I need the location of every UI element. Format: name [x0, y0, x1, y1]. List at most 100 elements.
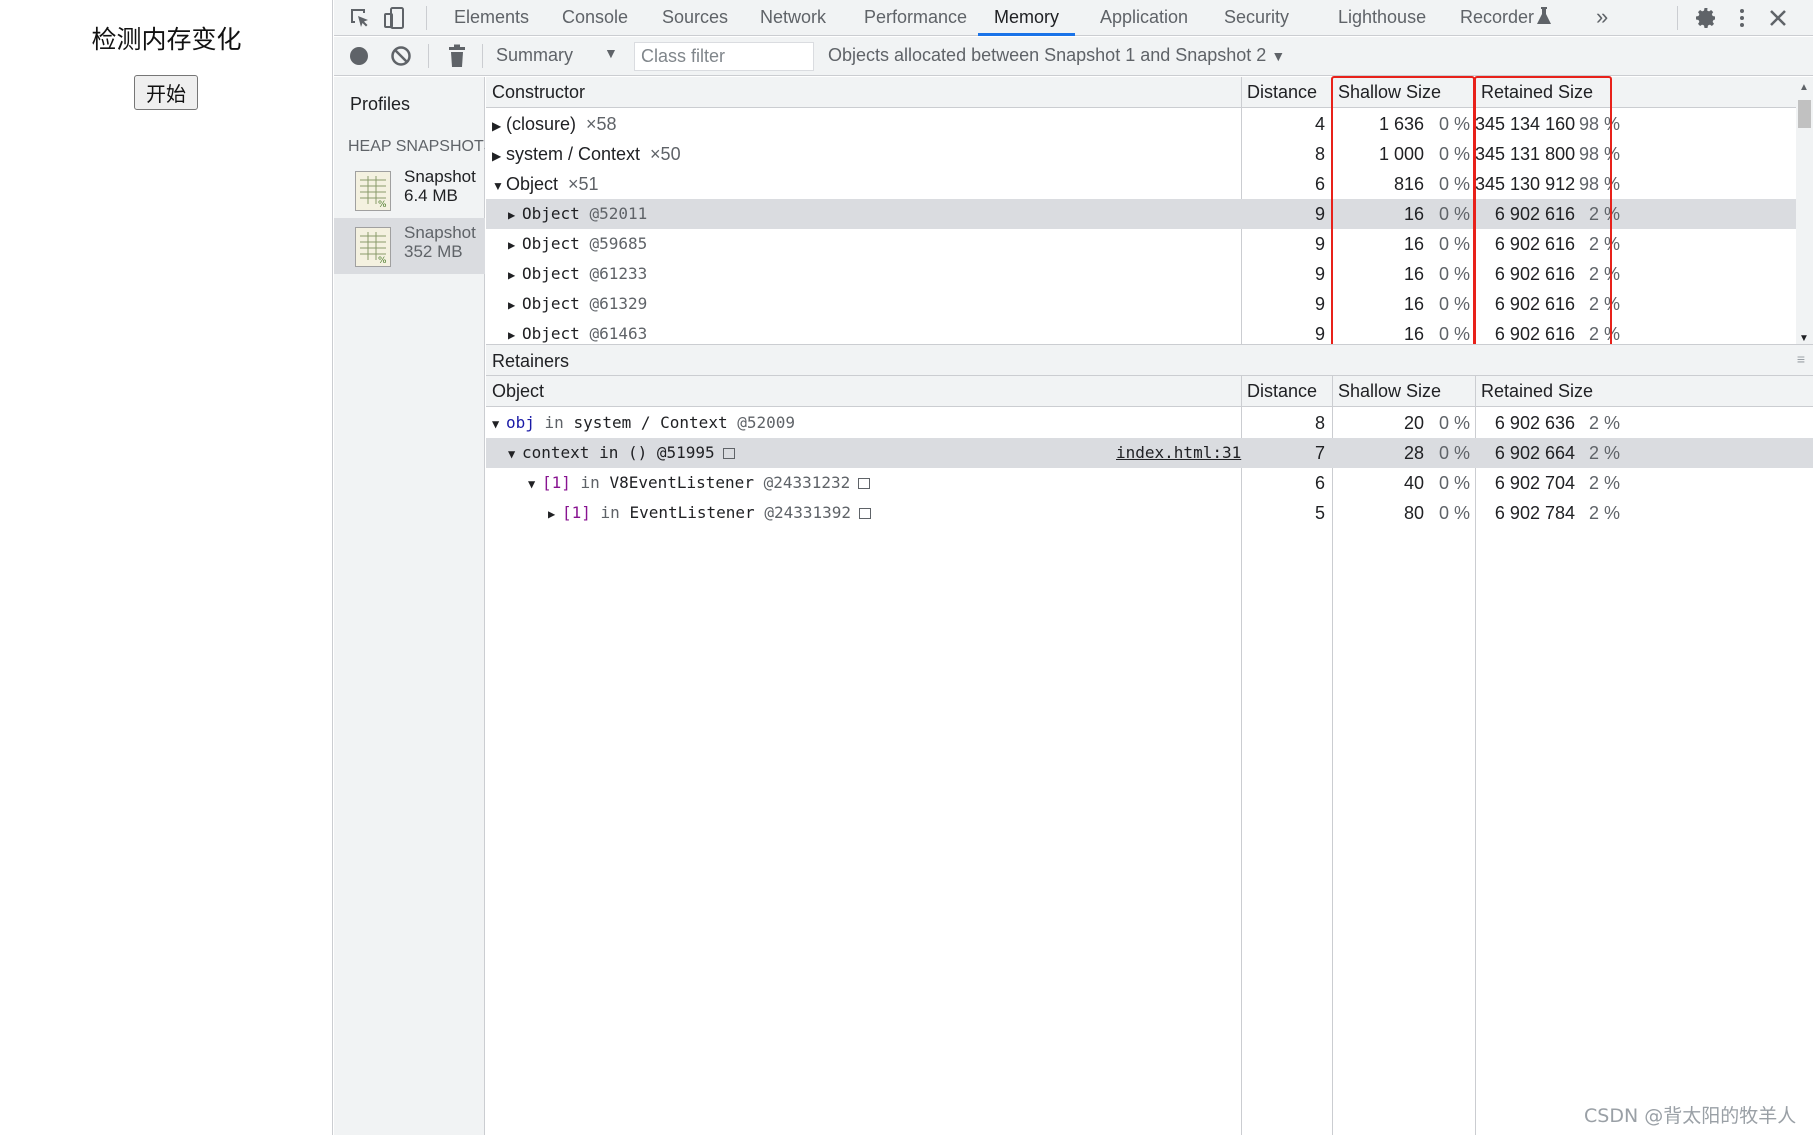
object-name: Object: [522, 264, 580, 283]
constructor-scrollbar[interactable]: ▲ ▼: [1796, 82, 1813, 344]
retainer-target: (): [627, 443, 648, 462]
more-tabs-icon[interactable]: »: [1594, 0, 1610, 36]
distance-cell: 4: [1314, 114, 1325, 134]
constructor-name: system / Context: [506, 144, 641, 164]
snapshot-size: 6.4 MB: [404, 186, 458, 205]
expand-arrow-icon[interactable]: ▶: [508, 290, 522, 320]
distance-cell: 8: [1314, 144, 1325, 164]
expand-arrow-icon[interactable]: ▶: [508, 230, 522, 260]
instance-count: ×51: [568, 174, 599, 194]
tab-performance[interactable]: Performance: [862, 0, 969, 36]
drag-handle-icon[interactable]: ≡: [1797, 351, 1805, 367]
object-id: @61233: [589, 264, 648, 283]
source-link[interactable]: index.html:31: [1116, 438, 1241, 468]
retainer-property: obj: [506, 413, 535, 432]
object-id: @51995: [656, 443, 715, 462]
retainer-property: [1]: [542, 473, 571, 492]
scroll-thumb[interactable]: [1798, 100, 1811, 128]
profiles-sidebar: Profiles HEAP SNAPSHOTS % Snapshot 6.4 M…: [334, 77, 485, 1135]
reveal-in-summary-icon[interactable]: [858, 478, 871, 489]
clear-icon[interactable]: [390, 45, 414, 69]
reveal-in-summary-icon[interactable]: [722, 448, 735, 459]
column-header-distance[interactable]: Distance: [1241, 376, 1317, 407]
object-id: @24331232: [763, 473, 851, 492]
object-id: @52009: [737, 413, 796, 432]
reveal-in-summary-icon[interactable]: [859, 508, 872, 519]
expand-arrow-icon[interactable]: ▶: [508, 200, 522, 230]
snapshot-icon: %: [355, 227, 391, 267]
collapse-arrow-icon[interactable]: ▼: [492, 171, 506, 201]
view-select-arrow-icon[interactable]: ▼: [604, 45, 618, 61]
svg-text:%: %: [378, 256, 387, 266]
tab-security[interactable]: Security: [1222, 0, 1291, 36]
device-toolbar-icon[interactable]: [382, 6, 406, 30]
scroll-down-icon[interactable]: ▼: [1799, 333, 1809, 344]
expand-arrow-icon[interactable]: ▶: [508, 320, 522, 344]
object-name: Object: [522, 204, 580, 223]
tab-divider: [426, 6, 427, 30]
table-row[interactable]: ▶ Object @61329 9 16 0 % 6 902 616 2 %: [486, 289, 1813, 319]
tab-application[interactable]: Application: [1098, 0, 1190, 36]
collapse-arrow-icon[interactable]: ▼: [492, 409, 506, 439]
table-row[interactable]: ▶ Object @61463 9 16 0 % 6 902 616 2 %: [486, 319, 1813, 344]
retainer-in-keyword: in: [544, 413, 564, 432]
column-header-retained-size[interactable]: Retained Size: [1475, 376, 1593, 407]
page-viewport: 检测内存变化 开始: [0, 0, 333, 1135]
tab-recorder[interactable]: Recorder: [1458, 0, 1536, 36]
shallow-size-cell: 80: [1403, 503, 1424, 523]
object-name: Object: [522, 234, 580, 253]
tab-network[interactable]: Network: [758, 0, 828, 36]
retained-size-cell: 6 902 636: [1494, 413, 1575, 433]
tab-sources[interactable]: Sources: [660, 0, 730, 36]
distance-cell: 5: [1314, 503, 1325, 523]
watermark: CSDN @背太阳的牧羊人: [1584, 1105, 1797, 1127]
class-filter-input[interactable]: [634, 42, 814, 71]
object-name: Object: [522, 324, 580, 343]
retainer-target: system / Context: [573, 413, 728, 432]
tab-elements[interactable]: Elements: [452, 0, 531, 36]
collapse-arrow-icon[interactable]: ▼: [508, 439, 522, 469]
column-header-object[interactable]: Object: [486, 376, 544, 407]
tab-console[interactable]: Console: [560, 0, 630, 36]
expand-arrow-icon[interactable]: ▶: [492, 141, 506, 171]
trash-icon[interactable]: [446, 44, 470, 68]
settings-gear-icon[interactable]: [1694, 6, 1718, 30]
column-header-constructor[interactable]: Constructor: [486, 77, 585, 108]
inspect-element-icon[interactable]: [348, 6, 372, 30]
retainer-row[interactable]: ▼ [1] in V8EventListener @24331232 6 40 0…: [486, 468, 1813, 498]
object-id: @61463: [589, 324, 648, 343]
table-row[interactable]: ▶ (closure) ×58 4 1 636 0 % 345 134 160 98…: [486, 109, 1813, 139]
constructor-grid-header: Constructor Distance Shallow Size Retain…: [486, 77, 1813, 108]
table-row[interactable]: ▶ Object @61233 9 16 0 % 6 902 616 2 %: [486, 259, 1813, 289]
record-icon[interactable]: [348, 45, 372, 69]
retained-size-cell: 6 902 704: [1494, 473, 1575, 493]
column-header-shallow-size[interactable]: Shallow Size: [1332, 376, 1441, 407]
snapshot-item[interactable]: % Snapshot 352 MB: [334, 218, 485, 274]
retainer-row[interactable]: ▼ context in () @51995 index.html:31 7 28…: [486, 438, 1813, 468]
profiles-title: Profiles: [350, 94, 411, 114]
retainer-target: V8EventListener: [609, 473, 754, 492]
retainer-row[interactable]: ▼ obj in system / Context @52009 8 20 0 %…: [486, 408, 1813, 438]
column-header-distance[interactable]: Distance: [1241, 77, 1317, 108]
snapshot-range-select[interactable]: Objects allocated between Snapshot 1 and…: [828, 45, 1285, 66]
expand-arrow-icon[interactable]: ▶: [508, 260, 522, 290]
expand-arrow-icon[interactable]: ▶: [548, 499, 562, 529]
table-row[interactable]: ▼ Object ×51 6 816 0 % 345 130 912 98 %: [486, 169, 1813, 199]
tab-lighthouse[interactable]: Lighthouse: [1336, 0, 1428, 36]
table-row[interactable]: ▶ system / Context ×50 8 1 000 0 % 345 131…: [486, 139, 1813, 169]
collapse-arrow-icon[interactable]: ▼: [528, 469, 542, 499]
expand-arrow-icon[interactable]: ▶: [492, 111, 506, 141]
tab-memory[interactable]: Memory: [978, 0, 1076, 36]
retainer-row[interactable]: ▶ [1] in EventListener @24331392 5 80 0 %…: [486, 498, 1813, 528]
table-row[interactable]: ▶ Object @52011 9 16 0 % 6 902 616 2 %: [486, 199, 1813, 229]
scroll-up-icon[interactable]: ▲: [1799, 82, 1809, 93]
more-options-icon[interactable]: [1730, 6, 1754, 30]
distance-cell: 9: [1314, 234, 1325, 254]
view-select[interactable]: Summary: [496, 45, 573, 66]
table-row[interactable]: ▶ Object @59685 9 16 0 % 6 902 616 2 %: [486, 229, 1813, 259]
snapshot-item[interactable]: % Snapshot 6.4 MB: [334, 162, 485, 218]
distance-cell: 6: [1314, 473, 1325, 493]
start-button[interactable]: 开始: [134, 75, 198, 110]
close-devtools-icon[interactable]: [1766, 6, 1790, 30]
retainers-title: Retainers: [492, 351, 570, 371]
